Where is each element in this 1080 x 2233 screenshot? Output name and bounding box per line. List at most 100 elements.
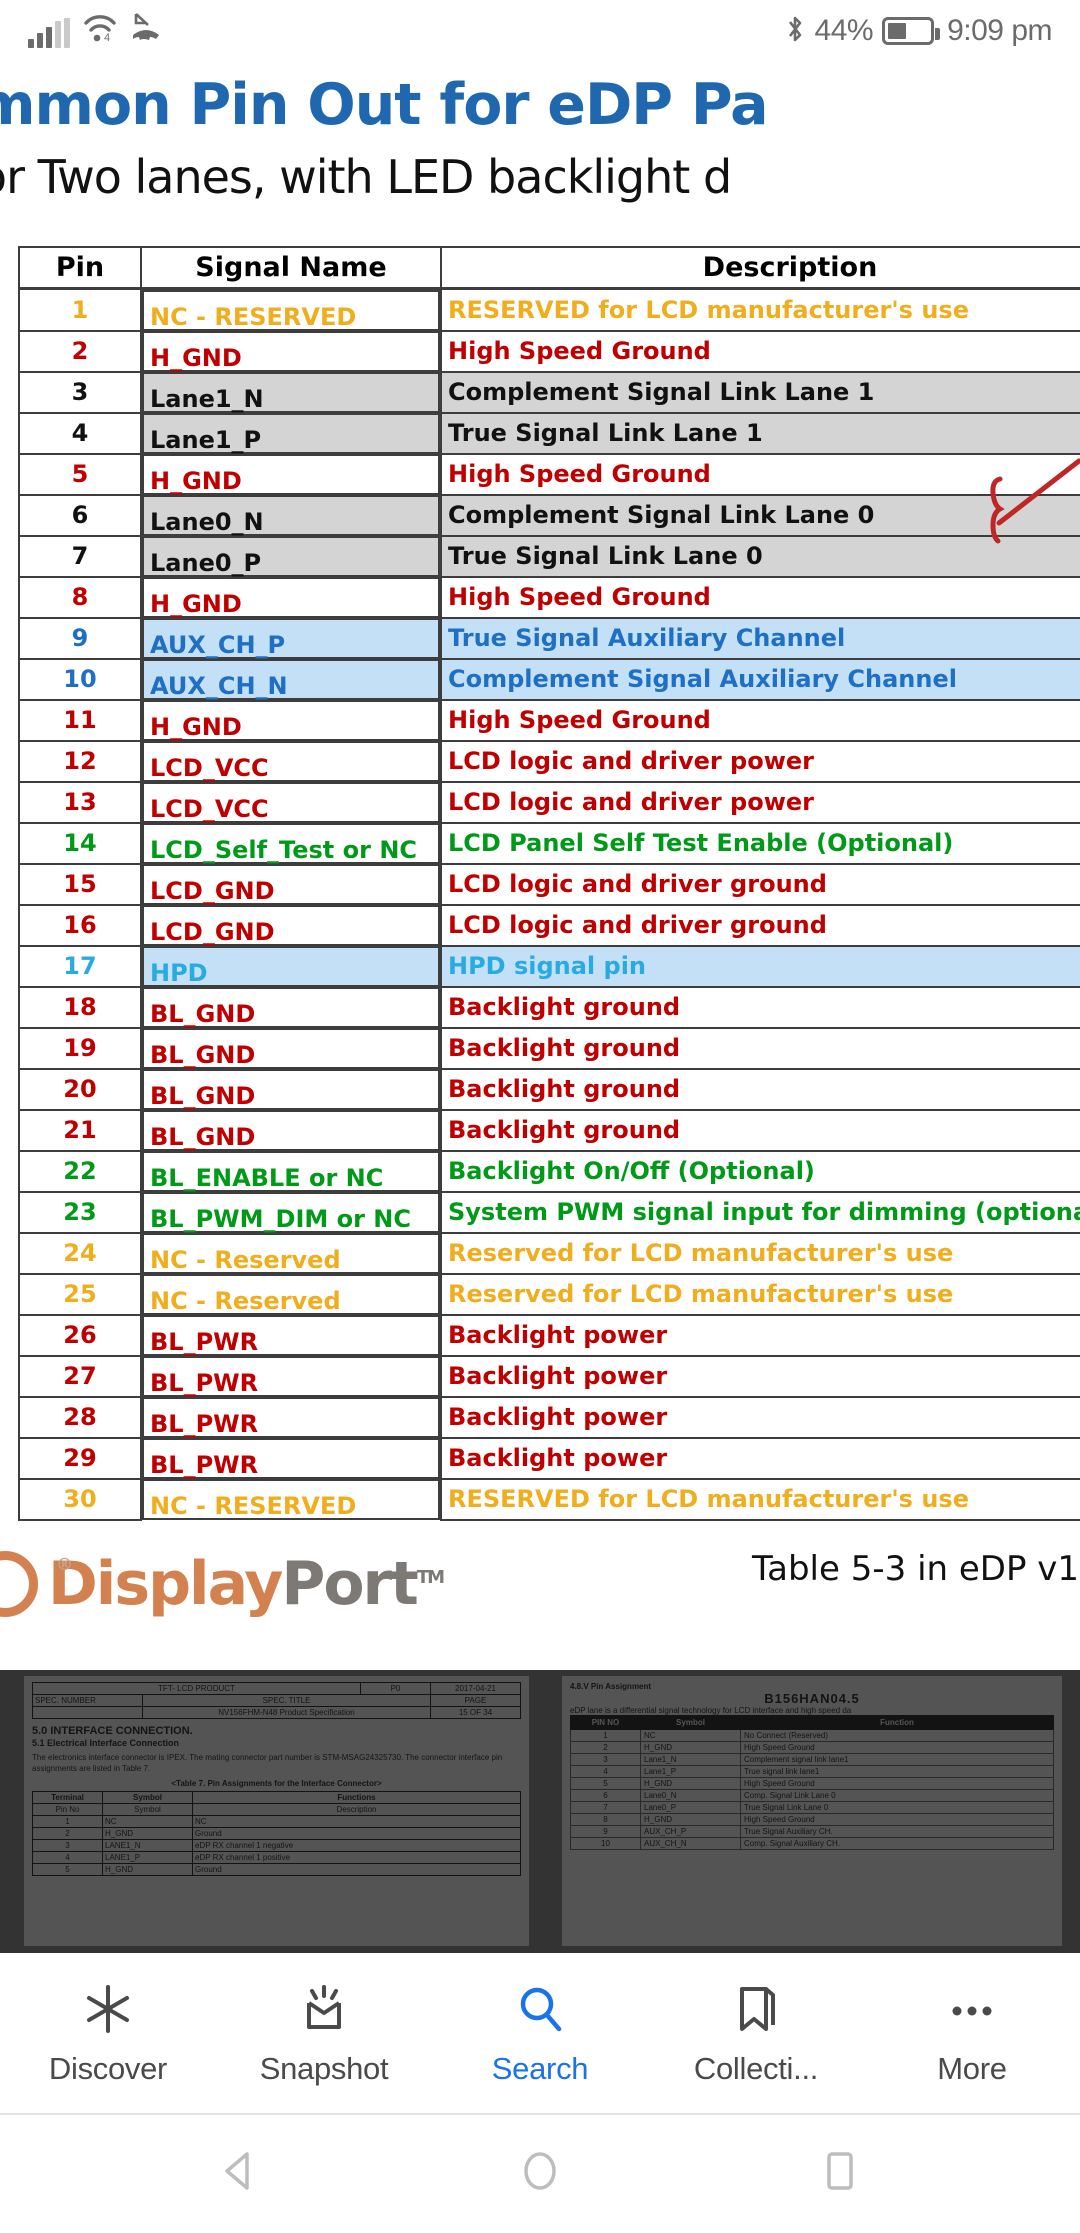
nav-item-more[interactable]: More [864, 1979, 1080, 2087]
table-row: 16 LCD_GND LCD logic and driver ground [18, 903, 1080, 947]
cell-description: LCD logic and driver power [440, 739, 1080, 783]
battery-icon [882, 17, 941, 45]
nav-item-search[interactable]: Search [432, 1979, 648, 2087]
asterisk-discover-icon [80, 1979, 136, 2039]
cell-signal-name: H_GND [142, 453, 440, 495]
cell-signal-name: NC - Reserved [142, 1273, 440, 1315]
thumb-cell: 5 [570, 1776, 641, 1790]
cell-signal-name: LCD_GND [142, 904, 440, 946]
thumb-cell: LANE1_N [102, 1838, 193, 1852]
cell-signal-name: BL_PWR [142, 1314, 440, 1356]
thumbnail-left[interactable]: TFT- LCD PRODUCT P0 2017-04-21 SPEC. NUM… [24, 1675, 529, 1946]
nav-item-snapshot[interactable]: Snapshot [216, 1979, 432, 2087]
table-row: 2 H_GND High Speed Ground [18, 329, 1080, 373]
nav-item-discover[interactable]: Discover [0, 1979, 216, 2087]
thumb-cell: 9 [570, 1824, 641, 1838]
thumb-row: 6 Lane0_N Comp. Signal Link Lane 0 [570, 1788, 1054, 1802]
thumb-row: 1 NC No Connect (Reserved) [570, 1728, 1054, 1742]
cell-signal-name: BL_GND [142, 1027, 440, 1069]
thumb-cell: High Speed Ground [740, 1740, 1054, 1754]
thumb-cell: H_GND [102, 1826, 193, 1840]
thumb-cell: 7 [570, 1800, 641, 1814]
search-icon [512, 1979, 568, 2039]
pin-table-container: Pin Signal Name Description 1 NC - RESERV… [0, 246, 1080, 1521]
thumb-left-rows: 1 NC NC 2 H_GND Ground 3 LANE1_N eDP RX channel … [32, 1814, 521, 1876]
column-header-description: Description [440, 246, 1080, 290]
cell-signal-name: NC - Reserved [142, 1232, 440, 1274]
thumb-right-pin-table: PIN NO Symbol Function 1 NC No Connect (Re… [570, 1714, 1054, 1850]
table-row: 28 BL_PWR Backlight power [18, 1395, 1080, 1439]
logo-part-display: Display [48, 1548, 283, 1619]
cell-signal-name: HPD [142, 945, 440, 987]
pin-out-table: Pin Signal Name Description 1 NC - RESERV… [18, 246, 1080, 1521]
image-results-strip[interactable]: TFT- LCD PRODUCT P0 2017-04-21 SPEC. NUM… [0, 1669, 1080, 1953]
cell-pin: 3 [18, 370, 142, 414]
thumb-row: 4 Lane1_P True signal link lane1 [570, 1764, 1054, 1778]
thumb-cell: True Signal Auxiliary CH. [740, 1824, 1054, 1838]
thumb-cell: High Speed Ground [740, 1812, 1054, 1826]
thumb-cell: NC [640, 1728, 741, 1742]
recents-square-icon[interactable] [815, 2146, 865, 2201]
bottom-app-nav[interactable]: Discover Snapshot Search Collecti... Mor… [0, 1952, 1080, 2113]
thumb-cell: Ground [192, 1862, 521, 1876]
cell-description: System PWM signal input for dimming (opt… [440, 1190, 1080, 1234]
cell-signal-name: LCD_Self_Test or NC [142, 822, 440, 864]
clock: 9:09 pm [947, 14, 1052, 47]
cell-pin: 14 [18, 821, 142, 865]
table-row: 25 NC - Reserved Reserved for LCD manufact… [18, 1272, 1080, 1316]
thumb-row: 9 AUX_CH_P True Signal Auxiliary CH. [570, 1824, 1054, 1838]
cell-description: Backlight ground [440, 1108, 1080, 1152]
thumb-cell: True signal link lane1 [740, 1764, 1054, 1778]
cell-description: LCD logic and driver power [440, 780, 1080, 824]
thumb-cell: True Signal Link Lane 0 [740, 1800, 1054, 1814]
cell-pin: 4 [18, 411, 142, 455]
status-bar-left: 4 [28, 13, 162, 48]
thumb-cell: H_GND [102, 1862, 193, 1876]
thumb-cell: 2017-04-21 [430, 1681, 521, 1695]
thumb-cell: 4 [32, 1850, 103, 1864]
table-row: 23 BL_PWM_DIM or NC System PWM signal inpu… [18, 1190, 1080, 1234]
cell-signal-name: LCD_VCC [142, 740, 440, 782]
thumb-row: 2 H_GND High Speed Ground [570, 1740, 1054, 1754]
cell-description: Reserved for LCD manufacturer's use [440, 1231, 1080, 1275]
cell-pin: 29 [18, 1436, 142, 1480]
thumb-left-pin-table: Terminal Symbol Functions Pin No Symbol … [32, 1790, 521, 1876]
thumb-col-header: Terminal [32, 1790, 103, 1804]
cell-pin: 5 [18, 452, 142, 496]
thumb-cell: NV156FHM-N48 Product Specification [142, 1705, 431, 1719]
cell-pin: 1 [18, 287, 142, 332]
table-row: 22 BL_ENABLE or NC Backlight On/Off (Optio… [18, 1149, 1080, 1193]
cell-pin: 22 [18, 1149, 142, 1193]
cell-signal-name: NC - RESERVED [142, 289, 440, 331]
table-header-row: Pin Signal Name Description [18, 246, 1080, 290]
table-row: 18 BL_GND Backlight ground [18, 985, 1080, 1029]
nav-item-collections[interactable]: Collecti... [648, 1979, 864, 2087]
page-subtitle: e or Two lanes, with LED backlight d [0, 150, 732, 204]
cell-description: Backlight On/Off (Optional) [440, 1149, 1080, 1193]
back-triangle-icon[interactable] [215, 2146, 265, 2201]
table-row: 4 Lane1_P True Signal Link Lane 1 [18, 411, 1080, 455]
web-page-content[interactable]: ommon Pin Out for eDP Pa e or Two lanes,… [0, 72, 1080, 1670]
cell-description: RESERVED for LCD manufacturer's use [440, 287, 1080, 332]
table-row: 24 NC - Reserved Reserved for LCD manufact… [18, 1231, 1080, 1275]
thumb-cell: Lane1_N [640, 1752, 741, 1766]
thumb-cell: Complement signal link lane1 [740, 1752, 1054, 1766]
thumb-cell: PAGE [430, 1693, 521, 1707]
table-row: 12 LCD_VCC LCD logic and driver power [18, 739, 1080, 783]
thumb-cell: 3 [32, 1838, 103, 1852]
displayport-ring-icon [0, 1550, 38, 1617]
cell-description: Backlight power [440, 1395, 1080, 1439]
table-row: 5 H_GND High Speed Ground [18, 452, 1080, 496]
thumbnail-left-document: TFT- LCD PRODUCT P0 2017-04-21 SPEC. NUM… [24, 1676, 529, 1882]
thumb-cell: NC [102, 1814, 193, 1828]
cellular-signal-icon [28, 18, 70, 48]
thumbnail-right[interactable]: 4.8.V Pin Assignment B156HAN04.5 eDP lan… [562, 1675, 1062, 1946]
cell-signal-name: BL_GND [142, 986, 440, 1028]
cell-signal-name: BL_PWR [142, 1396, 440, 1438]
cell-pin: 7 [18, 534, 142, 578]
cell-pin: 26 [18, 1313, 142, 1357]
home-circle-icon[interactable] [515, 2146, 565, 2201]
cell-signal-name: LCD_GND [142, 863, 440, 905]
system-navigation-bar[interactable] [0, 2114, 1080, 2233]
thumb-row: 5 H_GND High Speed Ground [570, 1776, 1054, 1790]
